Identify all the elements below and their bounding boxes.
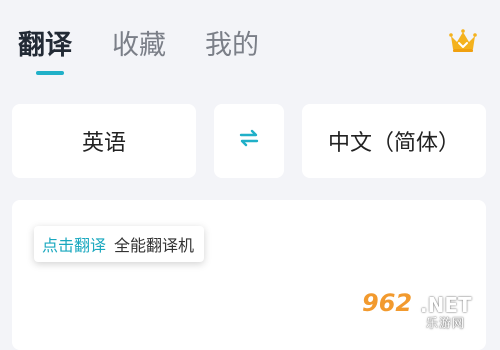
source-language-button[interactable]: 英语 (12, 104, 196, 178)
crown-icon[interactable] (448, 28, 478, 54)
top-tab-bar: 翻译 收藏 我的 (0, 0, 500, 90)
tab-favorites[interactable]: 收藏 (112, 28, 166, 64)
watermark-number: 962 (362, 289, 413, 317)
tooltip-description: 全能翻译机 (114, 236, 195, 255)
source-language-label: 英语 (81, 131, 126, 156)
tap-to-translate-link[interactable]: 点击翻译 (42, 232, 106, 256)
target-language-button[interactable]: 中文（简体） (302, 104, 486, 178)
watermark-subtitle: 乐游网 (426, 316, 466, 330)
tab-mine[interactable]: 我的 (205, 28, 259, 64)
swap-arrows-icon (238, 128, 260, 154)
translate-hint-tooltip: 点击翻译 全能翻译机 (34, 226, 205, 262)
target-language-label: 中文（简体） (327, 131, 460, 156)
site-watermark: 962 .NET 乐游网 (362, 289, 494, 331)
active-tab-indicator (36, 71, 64, 75)
swap-language-button[interactable] (214, 104, 284, 178)
tab-translate[interactable]: 翻译 (18, 28, 72, 64)
